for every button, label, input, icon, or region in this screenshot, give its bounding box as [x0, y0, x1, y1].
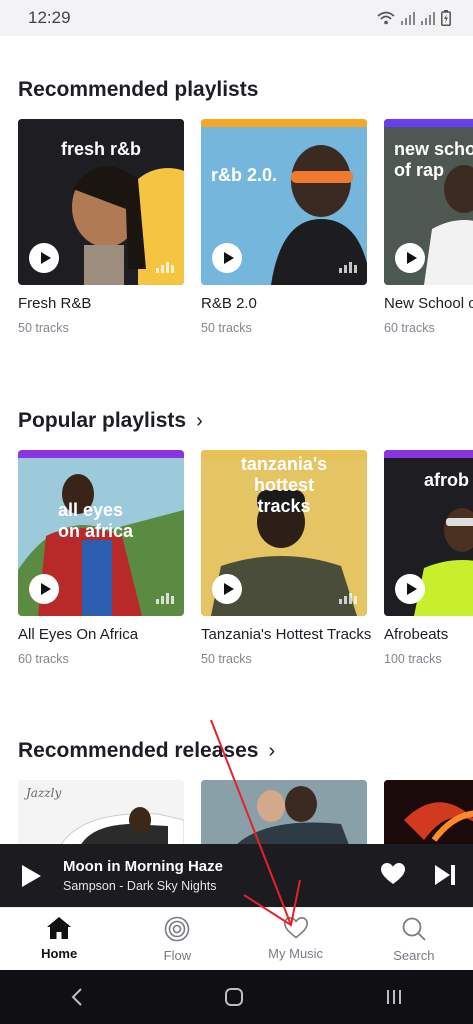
deezer-logo-icon: [339, 262, 357, 273]
playlist-card[interactable]: afrob Afrobeats 100 tracks: [384, 450, 473, 666]
play-icon[interactable]: [20, 864, 42, 888]
status-time: 12:29: [28, 8, 71, 27]
nav-item-flow[interactable]: Flow: [118, 908, 236, 971]
now-playing-title[interactable]: Moon in Morning Haze: [63, 858, 223, 875]
cover-title: all eyes on africa: [58, 500, 134, 541]
playlist-title[interactable]: Tanzania's Hottest Tracks: [201, 626, 371, 643]
cover-art: [201, 780, 367, 844]
section-title-text: Recommended playlists: [18, 78, 259, 101]
nav-label: Flow: [163, 948, 192, 963]
cover-strip: [18, 119, 184, 127]
playlist-title[interactable]: Fresh R&B: [18, 295, 184, 312]
signal-icon: [401, 11, 415, 25]
nav-label: My Music: [268, 946, 324, 961]
home-icon: [47, 917, 72, 939]
recommended-playlists-row[interactable]: fresh r&b Fresh R&B 50 tracks r&b 2.0. R…: [18, 119, 473, 335]
section-title-recommended-releases[interactable]: Recommended releases ›: [18, 739, 275, 763]
nav-item-search[interactable]: Search: [355, 908, 473, 971]
cover-strip: [384, 450, 473, 458]
playlist-title[interactable]: New School o: [384, 295, 473, 312]
playlist-cover[interactable]: r&b 2.0.: [201, 119, 367, 285]
deezer-logo-icon: [156, 262, 174, 273]
recent-apps-icon[interactable]: [385, 988, 403, 1006]
nav-label: Search: [393, 948, 435, 963]
cover-title: r&b 2.0.: [211, 165, 278, 185]
section-title-text[interactable]: Popular playlists: [18, 409, 186, 433]
home-button-icon[interactable]: [224, 987, 244, 1007]
release-cover[interactable]: [384, 780, 473, 844]
playlist-track-count: 50 tracks: [18, 321, 69, 335]
play-button[interactable]: [395, 243, 425, 273]
skip-next-icon[interactable]: [434, 863, 456, 887]
section-title-text[interactable]: Recommended releases: [18, 739, 258, 763]
status-icons: [377, 10, 451, 26]
playlist-track-count: 50 tracks: [201, 321, 252, 335]
cover-strip: [384, 119, 473, 127]
nav-item-home[interactable]: Home: [0, 908, 118, 971]
battery-icon: [441, 10, 451, 26]
mini-player[interactable]: Moon in Morning Haze Sampson - Dark Sky …: [0, 844, 473, 907]
playlist-card[interactable]: all eyes on africa All Eyes On Africa 60…: [18, 450, 184, 666]
heart-icon[interactable]: [380, 862, 406, 886]
playlist-track-count: 50 tracks: [201, 652, 252, 666]
playlist-card[interactable]: new scho of rap New School o 60 tracks: [384, 119, 473, 335]
playlist-track-count: 100 tracks: [384, 652, 442, 666]
playlist-cover[interactable]: all eyes on africa: [18, 450, 184, 616]
back-icon[interactable]: [70, 988, 84, 1006]
playlist-title[interactable]: Afrobeats: [384, 626, 473, 643]
cover-title: afrob: [424, 470, 469, 490]
playlist-track-count: 60 tracks: [384, 321, 435, 335]
deezer-logo-icon: [156, 593, 174, 604]
cover-art: [384, 780, 473, 844]
playlist-cover[interactable]: fresh r&b: [18, 119, 184, 285]
play-button[interactable]: [29, 243, 59, 273]
playlist-cover[interactable]: afrob: [384, 450, 473, 616]
playlist-card[interactable]: tanzania's hottest tracks Tanzania's Hot…: [201, 450, 371, 666]
chevron-right-icon[interactable]: ›: [196, 410, 203, 433]
playlist-track-count: 60 tracks: [18, 652, 69, 666]
nav-label: Home: [41, 946, 78, 961]
heart-icon: [283, 916, 308, 939]
play-button[interactable]: [212, 243, 242, 273]
playlist-card[interactable]: r&b 2.0. R&B 2.0 50 tracks: [201, 119, 367, 335]
playlist-cover[interactable]: new scho of rap: [384, 119, 473, 285]
status-bar: 12:29: [0, 0, 473, 36]
play-button[interactable]: [395, 574, 425, 604]
release-cover[interactable]: [201, 780, 367, 844]
recommended-releases-row[interactable]: Jazzly: [18, 780, 473, 844]
play-button[interactable]: [212, 574, 242, 604]
popular-playlists-row[interactable]: all eyes on africa All Eyes On Africa 60…: [18, 450, 473, 666]
release-signature: Jazzly: [26, 786, 62, 800]
search-icon: [402, 917, 426, 941]
deezer-logo-icon: [339, 593, 357, 604]
chevron-right-icon[interactable]: ›: [268, 740, 275, 763]
bottom-navigation: Home Flow My Music Search: [0, 907, 473, 971]
playlist-title[interactable]: R&B 2.0: [201, 295, 367, 312]
now-playing-subtitle[interactable]: Sampson - Dark Sky Nights: [63, 879, 217, 893]
play-button[interactable]: [29, 574, 59, 604]
cover-strip: [18, 450, 184, 458]
flow-icon: [165, 916, 190, 942]
signal-2-icon: [421, 11, 435, 25]
system-navigation-bar: [0, 970, 473, 1024]
home-feed[interactable]: Recommended playlists fresh r&b Fresh R&…: [0, 36, 473, 844]
cover-strip: [201, 119, 367, 127]
playlist-cover[interactable]: tanzania's hottest tracks: [201, 450, 367, 616]
playlist-card[interactable]: fresh r&b Fresh R&B 50 tracks: [18, 119, 184, 335]
cover-title: new scho of rap: [394, 139, 473, 180]
playlist-title[interactable]: All Eyes On Africa: [18, 626, 184, 643]
section-title-recommended-playlists: Recommended playlists: [18, 78, 258, 102]
nav-item-my-music[interactable]: My Music: [237, 908, 355, 971]
release-cover[interactable]: Jazzly: [18, 780, 184, 844]
cover-title: fresh r&b: [60, 139, 141, 159]
cover-title: tanzania's hottest tracks: [240, 454, 328, 516]
wifi-icon: [377, 11, 395, 25]
section-title-popular-playlists[interactable]: Popular playlists ›: [18, 409, 203, 433]
